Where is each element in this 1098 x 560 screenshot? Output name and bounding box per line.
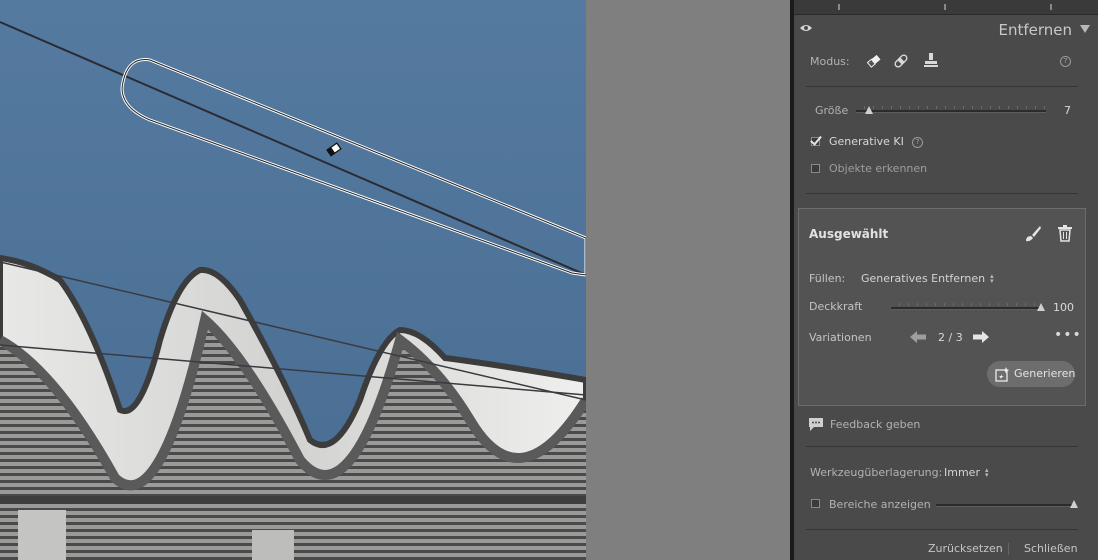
pillar [252, 530, 294, 560]
updown-chevron-icon: ▴ ▾ [990, 272, 994, 285]
arrow-right-icon[interactable] [972, 330, 990, 344]
generate-sparkle-icon [995, 367, 1010, 382]
arrow-left-icon[interactable] [909, 330, 927, 344]
tool-overlay-value: Immer [944, 466, 980, 479]
generate-label: Generieren [1014, 367, 1076, 380]
footer-separator [1008, 543, 1009, 555]
show-areas-label: Bereiche anzeigen [829, 498, 931, 511]
variations-counter: 2 / 3 [938, 331, 963, 344]
areas-slider-track[interactable] [936, 504, 1076, 507]
divider [806, 529, 1078, 530]
close-button[interactable]: Schließen [1024, 542, 1078, 555]
detect-objects-label: Objekte erkennen [829, 162, 928, 175]
fill-dropdown[interactable]: Generatives Entfernen ▴ ▾ [861, 272, 994, 285]
remove-panel: Entfernen Modus: ? Größe 7 Generative KI… [790, 0, 1098, 560]
size-slider-track[interactable] [856, 110, 1046, 113]
eraser-icon[interactable] [866, 53, 882, 69]
panel-title: Entfernen [998, 21, 1072, 39]
generative-ai-label: Generative KI [829, 135, 904, 148]
opacity-label: Deckkraft [809, 300, 863, 313]
tool-overlay-dropdown[interactable]: Immer ▴ ▾ [944, 466, 988, 479]
reset-button[interactable]: Zurücksetzen [928, 542, 1003, 555]
generative-ai-info-icon[interactable]: ? [912, 137, 923, 148]
pillar [18, 510, 66, 560]
opacity-value: 100 [1053, 301, 1074, 314]
areas-slider-thumb[interactable] [1070, 500, 1078, 508]
canvas-empty-area [586, 0, 790, 560]
show-areas-checkbox[interactable] [811, 499, 820, 508]
collapse-triangle-icon[interactable] [1080, 25, 1090, 33]
size-slider-ticks [864, 106, 1046, 109]
eye-icon[interactable] [800, 23, 812, 33]
tool-overlay-label: Werkzeugüberlagerung: [810, 466, 943, 479]
size-slider-thumb[interactable] [865, 106, 874, 114]
feedback-link[interactable]: Feedback geben [830, 418, 920, 431]
divider [806, 86, 1078, 87]
detect-objects-checkbox[interactable] [811, 164, 820, 173]
feedback-speech-icon[interactable] [808, 417, 824, 432]
fill-label: Füllen: [809, 272, 846, 285]
updown-chevron-icon: ▴ ▾ [984, 466, 989, 479]
fill-dropdown-value: Generatives Entfernen [861, 272, 986, 285]
divider [806, 193, 1078, 194]
healing-bandage-icon[interactable] [893, 53, 909, 69]
selected-title: Ausgewählt [809, 227, 889, 241]
mode-label: Modus: [810, 55, 850, 68]
opacity-slider-ticks [899, 303, 1041, 306]
variations-label: Variationen [809, 331, 872, 344]
panel-header[interactable]: Entfernen [794, 16, 1098, 44]
opacity-slider-thumb[interactable] [1037, 303, 1045, 311]
previous-panel-strip [794, 0, 1098, 15]
canopy-beam [0, 496, 586, 504]
brush-icon[interactable] [1024, 225, 1042, 243]
size-value: 7 [1064, 104, 1071, 117]
more-options-icon[interactable]: ••• [1054, 327, 1082, 343]
selected-mask-section: Ausgewählt Füllen: Generatives Entfernen… [798, 208, 1086, 406]
size-label: Größe [815, 104, 849, 117]
photo-canvas[interactable] [0, 0, 586, 560]
mode-info-icon[interactable]: ? [1060, 56, 1071, 67]
generate-button[interactable]: Generieren [987, 361, 1075, 387]
divider [806, 446, 1078, 447]
opacity-slider-track[interactable] [891, 307, 1041, 310]
generative-ai-checkbox[interactable] [811, 137, 820, 146]
trash-icon[interactable] [1057, 224, 1073, 242]
clone-stamp-icon[interactable] [923, 52, 939, 69]
